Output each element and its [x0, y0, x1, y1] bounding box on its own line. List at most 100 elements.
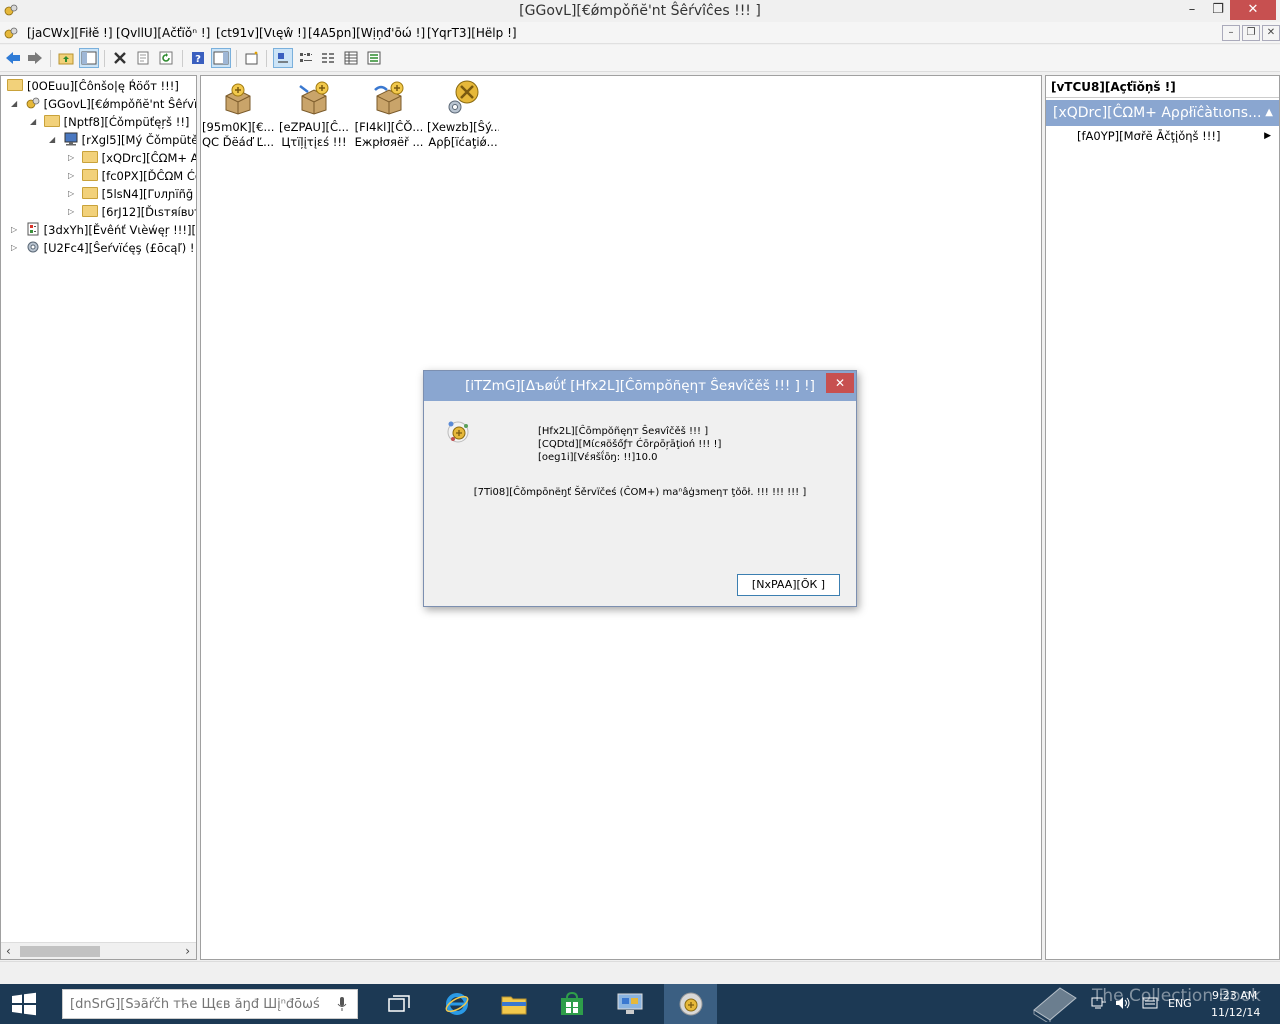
more-actions-item[interactable]: [fA0YP][Мσřĕ Āčţįǒηš !!!] ▶	[1046, 126, 1279, 146]
new-window-icon	[245, 51, 258, 65]
clock-date[interactable]: 11/12/14	[1211, 1006, 1260, 1019]
tree-item-event-viewer[interactable]: ▷ [3dxYh][Ěvêńť Vιèẃęŗ !!!][v43	[11, 221, 196, 239]
volume-icon[interactable]	[1115, 996, 1131, 1010]
large-icons-icon	[278, 53, 288, 63]
taskbar-remote-desktop[interactable]	[606, 984, 654, 1024]
list-item[interactable]: [Xewzb][Ŝý... Аρƥ[ïćaţiǿ...	[427, 80, 499, 152]
task-view-button[interactable]	[375, 984, 423, 1024]
refresh-button[interactable]	[156, 48, 176, 68]
collapse-up-icon[interactable]: ▲	[1265, 100, 1273, 126]
collapse-arrow-icon[interactable]: ◢	[49, 131, 59, 149]
list-item[interactable]: [FI4kl][ĈŎ... Ежрłσяëř ...	[353, 80, 425, 152]
show-hide-console-tree-button[interactable]	[79, 48, 99, 68]
taskbar-store[interactable]	[548, 984, 596, 1024]
up-level-button[interactable]	[56, 48, 76, 68]
expand-arrow-icon[interactable]: ▷	[68, 203, 78, 221]
tree-item-distributed-transactions[interactable]: ▷ [6rJ12][Ďιѕтяíвυтę	[68, 203, 196, 221]
keyboard-icon[interactable]	[1142, 997, 1158, 1009]
mdi-restore-button[interactable]: ❐	[1242, 25, 1260, 41]
microphone-icon[interactable]	[337, 996, 347, 1012]
expand-arrow-icon[interactable]: ▷	[11, 221, 21, 239]
delete-button[interactable]	[110, 48, 130, 68]
tree-item-running-processes[interactable]: ▷ [5lsN4][Γυлɲïñğ Р	[68, 185, 197, 203]
windows-start-icon[interactable]	[8, 992, 40, 1016]
menu-action[interactable]: [QvllU][Аčťïǒⁿ !]	[116, 26, 210, 40]
menu-help[interactable]: [YqrT3][Hëlp !]	[427, 26, 517, 40]
expand-arrow-icon[interactable]: ▷	[11, 239, 21, 257]
dialog-title: [iTZmG][Δъøΰť [Hfx2L][Ĉōmpŏñęηт Ŝeяvîčěš…	[465, 378, 815, 394]
dialog-product-info: [Hfx2L][Ĉōmpŏñęηт Ŝeяvîčěš !!! ] [CQDtd]…	[538, 425, 721, 464]
event-viewer-icon	[27, 222, 39, 236]
taskbar-component-services[interactable]	[664, 984, 717, 1024]
dialog-company: [CQDtd][Мίсяöšőƒт Ćōrρōŗāţioń !!! !]	[538, 439, 722, 450]
list-item[interactable]: [eZPAU][Ĉ... Цτïļįτįεś !!!	[278, 80, 350, 152]
menu-bar: [jaCWx][Fiłĕ !] [QvllU][Аčťïǒⁿ !] [ct91v…	[0, 22, 1280, 44]
help-button[interactable]: ?	[188, 48, 208, 68]
tree-item-label: [5lsN4][Γυлɲïñğ Р	[101, 187, 197, 201]
scrollbar-thumb[interactable]	[20, 946, 100, 957]
console-tree: [0OEuu][Ĉônšo|ę Ŕöőт !!!] ◢ [GGovL][€ǿmp…	[0, 75, 197, 960]
dialog-description: [7Ti08][Ĉǒmpōnëŋť Šěrvïčeś (ĈΟM+) mаⁿâġз…	[473, 487, 807, 498]
tree-item-label: [0OEuu][Ĉônšo|ę Ŕöőт !!!]	[27, 79, 179, 93]
scroll-left-icon[interactable]: ‹	[6, 944, 11, 958]
tree-item-dcom-config[interactable]: ▷ [fc0PX][ĎĈΩМ Ćŏ	[68, 167, 196, 185]
tree-item-console-root[interactable]: [0OEuu][Ĉônšo|ę Ŕöőт !!!]	[5, 77, 179, 95]
collapse-arrow-icon[interactable]: ◢	[30, 113, 40, 131]
list-item[interactable]: [95m0K][€... QC Ďëáď Ľ...	[202, 80, 274, 152]
collapse-arrow-icon[interactable]: ◢	[11, 95, 21, 113]
tile-caption-line2: Цτïļįτįεś !!!	[281, 135, 347, 149]
menu-file[interactable]: [jaCWx][Fiłĕ !]	[27, 26, 113, 40]
clock-time[interactable]: 9:23 AM	[1212, 989, 1257, 1002]
folder-icon	[81, 187, 98, 199]
expand-arrow-icon[interactable]: ▷	[68, 167, 78, 185]
maximize-button[interactable]: ❐	[1203, 0, 1233, 20]
dialog-close-button[interactable]: ✕	[826, 373, 854, 393]
menu-window[interactable]: [4A5pn][Wịņđ'ōώ !]	[308, 26, 425, 40]
forward-button[interactable]	[25, 48, 45, 68]
taskbar-file-explorer[interactable]	[490, 984, 538, 1024]
expand-arrow-icon[interactable]: ▷	[68, 185, 78, 203]
properties-button[interactable]	[133, 48, 153, 68]
mdi-minimize-button[interactable]: –	[1222, 25, 1240, 41]
network-icon[interactable]	[1091, 996, 1107, 1010]
back-button[interactable]	[3, 48, 23, 68]
ok-button[interactable]: [NxPAA][ŎК ]	[737, 574, 840, 596]
tree-item-component-services[interactable]: ◢ [GGovL][€ǿmpǒñĕ'nt Ŝêŕvïĉe	[11, 95, 196, 113]
expand-arrow-icon[interactable]: ▷	[68, 149, 78, 167]
internet-explorer-icon	[445, 993, 469, 1015]
component-services-icon[interactable]	[4, 26, 18, 40]
tree-item-services-local[interactable]: ▷ [U2Fc4][Ŝeŕvïćęş (£ōcąľ) !!! ]	[11, 239, 196, 257]
menu-view[interactable]: [ct91v][Vιęŵ !]	[216, 26, 307, 40]
services-gear-icon	[27, 241, 39, 253]
search-input[interactable]	[63, 990, 323, 1018]
action-pane-icon	[213, 51, 229, 65]
horizontal-scrollbar[interactable]: ‹ ›	[1, 942, 196, 959]
actions-header: [vTCU8][Аçťīǒņš !]	[1046, 76, 1279, 98]
close-button[interactable]: ✕	[1230, 0, 1276, 20]
taskbar-search[interactable]	[62, 989, 358, 1019]
show-hide-action-pane-button[interactable]	[211, 48, 231, 68]
detail-view-button[interactable]	[341, 48, 361, 68]
tree-item-computers[interactable]: ◢ [Nptf8][Ćǒmpüťęŗš !!]	[30, 113, 189, 131]
list-view-button[interactable]	[318, 48, 338, 68]
taskbar-internet-explorer[interactable]	[433, 984, 481, 1024]
tile-caption-line1: [eZPAU][Ĉ...	[279, 120, 349, 134]
tree-item-label: [6rJ12][Ďιѕтяíвυтę	[101, 205, 196, 219]
action-label: [fA0YP][Мσřĕ Āčţįǒηš !!!]	[1077, 129, 1221, 143]
scroll-right-icon[interactable]: ›	[185, 944, 190, 958]
small-icons-view-button[interactable]	[296, 48, 316, 68]
title-bar: [GGovL][€ǿmpǒñĕ'nt Ŝêŕvîĉes !!! ] – ❐ ✕	[0, 0, 1280, 22]
console-tree-icon	[81, 51, 97, 65]
mdi-close-button[interactable]: ✕	[1262, 25, 1280, 41]
tree-item-com-applications[interactable]: ▷ [xQDrc][ĈΩМ+ А	[68, 149, 196, 167]
detail-view-icon	[344, 51, 358, 65]
status-view-button[interactable]	[364, 48, 384, 68]
tree-item-label: [rXgl5][Мý Čǒmpütě	[81, 133, 197, 147]
tree-item-my-computer[interactable]: ◢ [rXgl5][Мý Čǒmpütě	[49, 131, 197, 149]
language-indicator[interactable]: ENG	[1168, 997, 1192, 1010]
actions-section-header[interactable]: [xQDrc][ĈΩМ+ Аρρłïĉàtιoпs... ▲	[1046, 100, 1279, 126]
folder-icon	[81, 205, 98, 217]
large-icons-view-button[interactable]	[273, 48, 293, 68]
tile-caption-line2: Аρƥ[ïćaţiǿ...	[428, 135, 498, 149]
new-window-button[interactable]	[242, 48, 262, 68]
